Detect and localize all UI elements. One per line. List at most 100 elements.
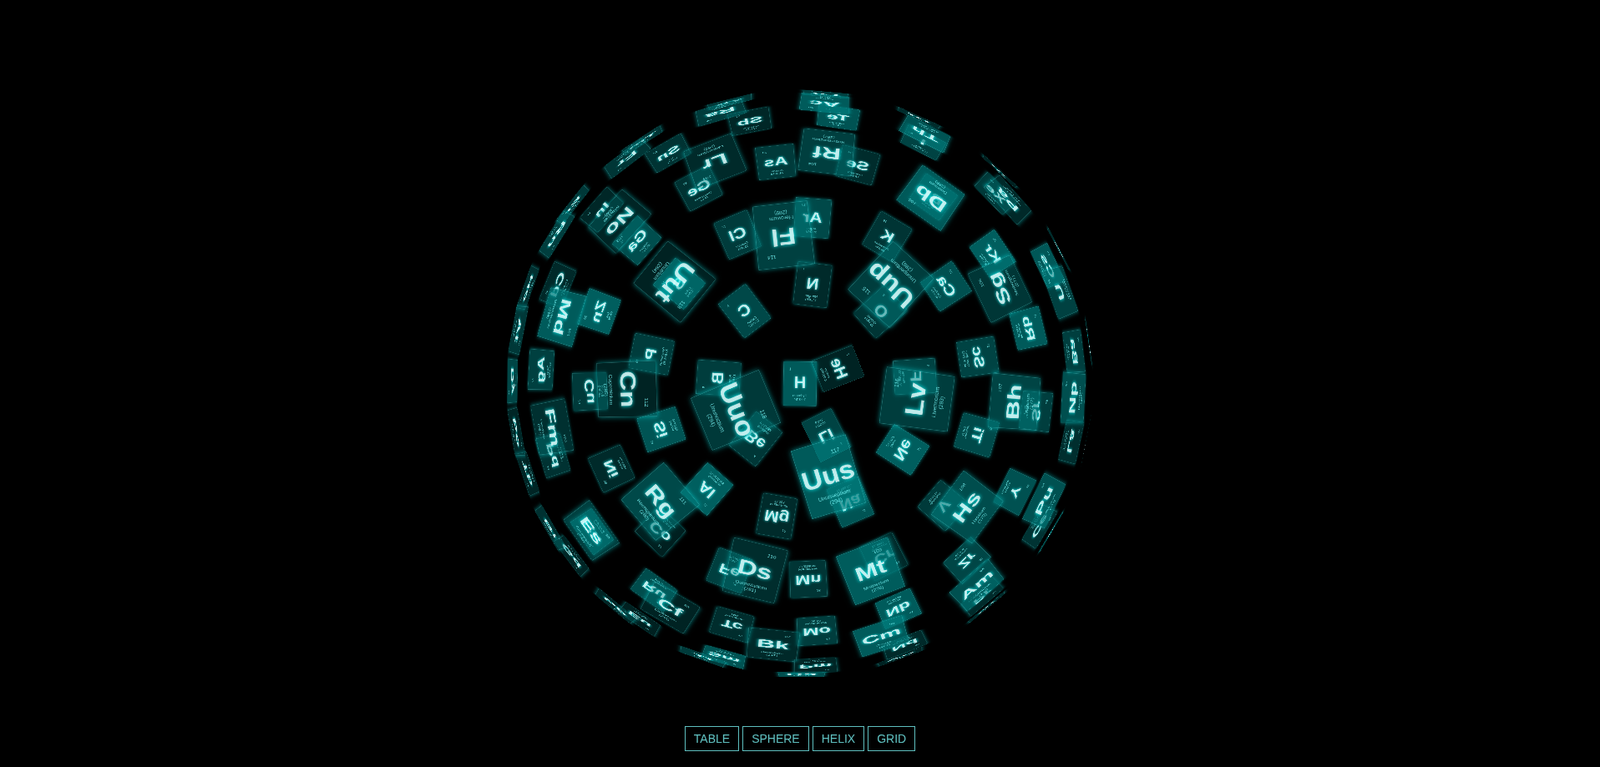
- element-card: 66DyDysprosium162.5: [507, 359, 518, 404]
- element-number: 114: [767, 253, 777, 261]
- element-card: 1HHydrogen1.00794: [783, 361, 818, 407]
- element-card: 85AtAstatine(210): [508, 305, 529, 355]
- element-card: 97BkBerkelium(247): [746, 627, 800, 663]
- element-number: 7: [802, 268, 806, 273]
- element-symbol: Ca: [929, 266, 963, 305]
- element-card: 42MoMolybdenum95.96: [796, 616, 838, 647]
- element-number: 21: [986, 343, 991, 348]
- element-number: 1: [789, 367, 791, 372]
- element-card: 89AcActinium(227): [799, 92, 850, 114]
- element-number: 77: [1055, 518, 1059, 523]
- element-number: 28: [602, 479, 608, 485]
- element-symbol: Bh: [1001, 374, 1028, 430]
- element-mass: 186.207: [1085, 319, 1093, 364]
- element-number: 61: [825, 668, 831, 671]
- element-number: 107: [997, 383, 1003, 393]
- element-card: 112CnCopernicium(285): [596, 359, 658, 417]
- element-card: 93NpNeptunium(237): [1060, 371, 1086, 423]
- element-symbol: Ho: [518, 267, 537, 309]
- sphere-view[interactable]: 1HHydrogen1.007942HeHelium4.0026023LiLit…: [0, 0, 1600, 767]
- view-button[interactable]: GRID: [868, 727, 915, 751]
- element-number: 97: [784, 635, 791, 639]
- element-number: 101: [566, 327, 573, 337]
- element-details: Manganese54.938045: [789, 563, 826, 572]
- element-number: 5: [702, 386, 707, 390]
- element-card: 12MgMagnesium24.305: [755, 493, 797, 541]
- element-card: 21ScScandium44.955912: [956, 336, 999, 378]
- element-number: 39: [1025, 484, 1030, 490]
- view-menu: TABLESPHEREHELIXGRID: [0, 727, 1600, 751]
- element-number: 57: [1077, 429, 1080, 435]
- element-card: 105DbDubnium(268): [896, 164, 965, 232]
- element-number: 13: [703, 502, 709, 508]
- element-card: 2HeHelium4.002602: [811, 344, 866, 392]
- view-button[interactable]: HELIX: [813, 727, 864, 751]
- element-number: 29: [577, 400, 582, 405]
- element-symbol: Sc: [967, 338, 990, 376]
- element-symbol: Bi: [536, 506, 564, 549]
- element-number: 20: [947, 268, 953, 274]
- element-card: 80HgMercury200.59: [777, 671, 826, 677]
- element-symbol: Tb: [518, 452, 537, 495]
- element-card: 33AsArsenic74.9216: [754, 143, 796, 180]
- element-card: 7NNitrogen14.0067: [793, 261, 833, 309]
- element-number: 19: [882, 218, 888, 224]
- element-number: 11: [861, 507, 867, 513]
- element-number: 56: [1077, 337, 1080, 343]
- element-number: 42: [825, 637, 831, 641]
- element-details: Silver107.8682: [546, 350, 552, 390]
- element-details: Flerovium(289): [753, 207, 809, 224]
- element-card: 10NeNeon20.1797: [875, 424, 930, 476]
- view-button[interactable]: TABLE: [685, 727, 739, 751]
- element-number: 40: [977, 556, 983, 563]
- element-symbol: Mn: [789, 571, 827, 589]
- element-mass: 1.00794: [783, 397, 816, 402]
- element-mass: (285): [602, 363, 609, 417]
- element-number: 80: [811, 672, 817, 674]
- element-number: 4: [753, 454, 758, 459]
- element-number: 100: [562, 433, 568, 443]
- element-card: 114FlFlerovium(289): [752, 200, 816, 270]
- element-details: Copernicium(285): [602, 362, 614, 417]
- element-number: 2: [845, 353, 851, 357]
- element-card: 84PoPolonium(209): [507, 407, 526, 456]
- element-symbol: Dy: [510, 359, 516, 403]
- element-number: 14: [649, 440, 655, 446]
- element-card: 107BhBohrium(272): [987, 372, 1041, 431]
- element-details: Hydrogen1.00794: [783, 393, 816, 402]
- element-number: 33: [762, 151, 767, 155]
- element-symbol: Rf: [800, 140, 854, 165]
- element-number: 92: [1047, 278, 1051, 284]
- element-mass: 54.938045: [789, 563, 826, 568]
- element-number: 12: [781, 528, 786, 533]
- element-details: Rhenium186.207: [1085, 319, 1093, 364]
- element-details: Mercury200.59: [779, 675, 825, 677]
- element-symbol: Ag: [534, 349, 547, 390]
- element-symbol: Mg: [758, 505, 795, 529]
- element-name: Francium: [605, 140, 644, 170]
- element-card: 28NiNickel58.6934: [587, 445, 635, 493]
- element-symbol: N: [794, 272, 831, 295]
- element-card: 103LrLawrencium(262): [683, 133, 747, 190]
- element-mass: 200.59: [779, 675, 825, 677]
- element-details: Bohrium(272): [1023, 377, 1037, 431]
- element-details: Nitrogen14.0067: [794, 292, 829, 304]
- element-details: Bismuth208.9804: [536, 509, 561, 550]
- element-card: 65TbTerbium158.92535: [515, 451, 539, 497]
- element-name: Hydrogen: [783, 393, 816, 398]
- element-number: 116: [893, 377, 902, 388]
- element-number: 104: [808, 161, 818, 167]
- element-number: 9: [926, 364, 931, 368]
- element-number: 81: [712, 658, 718, 661]
- element-card: 87FrFrancium(223): [603, 137, 651, 178]
- element-mass: 107.8682: [547, 350, 552, 390]
- element-name: Copernicium: [607, 362, 614, 417]
- element-symbol: Np: [1066, 373, 1079, 423]
- element-symbol: Uut: [648, 253, 704, 313]
- element-number: 38: [1044, 399, 1049, 404]
- element-symbol: Ti: [964, 415, 991, 455]
- view-button[interactable]: SPHERE: [743, 727, 809, 751]
- element-number: 112: [643, 397, 650, 407]
- element-number: 87: [616, 167, 622, 172]
- element-card: 57LaLanthanum138.90547: [1058, 420, 1084, 465]
